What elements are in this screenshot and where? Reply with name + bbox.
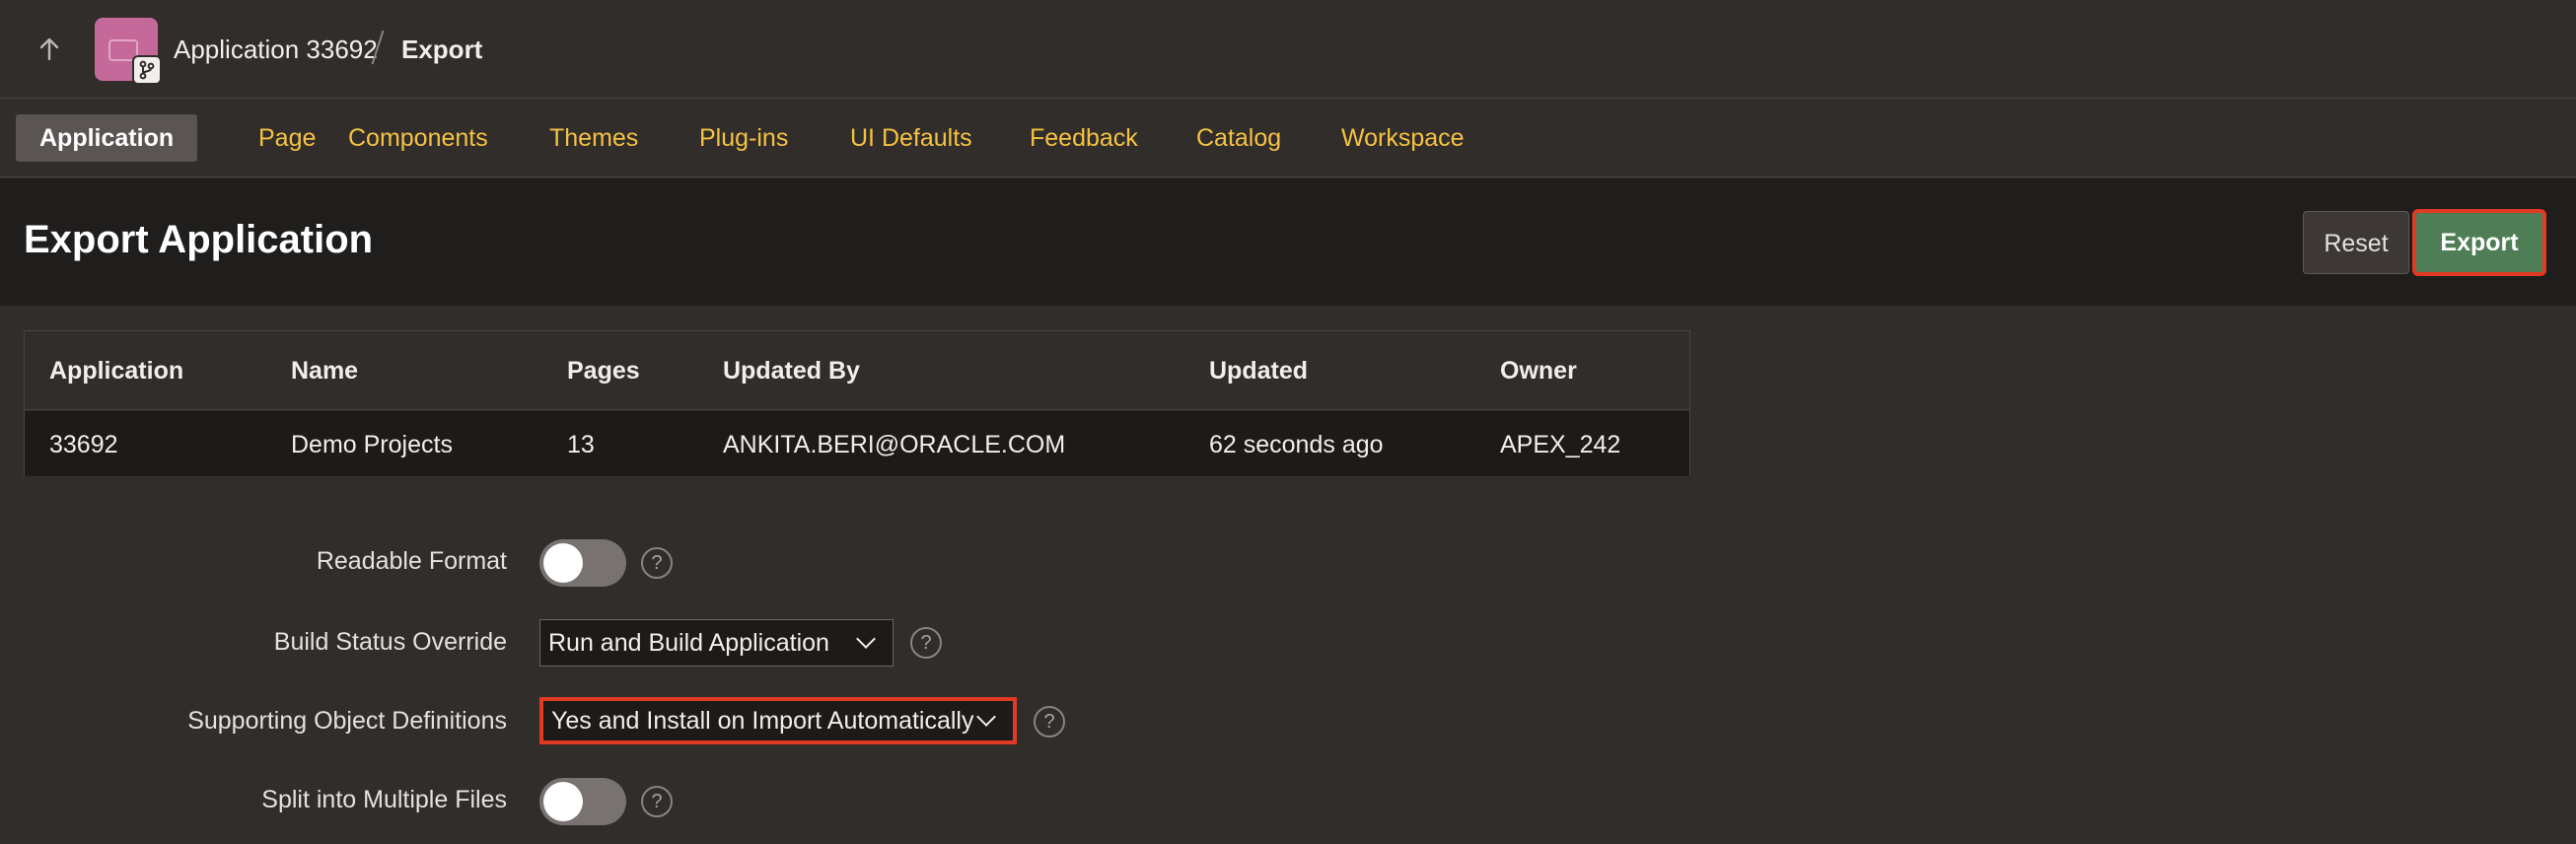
tab-components[interactable]: Components [324,114,512,162]
column-header-pages: Pages [567,357,640,385]
main-tab-bar: Application Page Components Themes Plug-… [0,99,2576,177]
supporting-object-definitions-label: Supporting Object Definitions [187,707,507,735]
page-header: Export Application Reset Export [0,178,2576,306]
supporting-object-definitions-value: Yes and Install on Import Automatically [551,707,974,735]
cell-updated-by: ANKITA.BERI@ORACLE.COM [723,431,1066,458]
cell-application-id: 33692 [49,431,118,458]
git-branch-icon [132,55,162,85]
help-icon[interactable]: ? [910,627,942,659]
supporting-object-definitions-select[interactable]: Yes and Install on Import Automatically [539,697,1017,744]
breadcrumb-current: Export [401,35,483,64]
column-header-application: Application [49,357,184,385]
top-bar: Application 33692 Export [0,0,2576,99]
tab-themes[interactable]: Themes [526,114,662,162]
build-status-override-value: Run and Build Application [548,629,829,657]
help-icon[interactable]: ? [641,786,673,817]
cell-pages: 13 [567,431,595,458]
column-header-owner: Owner [1500,357,1577,385]
help-icon[interactable]: ? [1034,706,1065,738]
split-multiple-files-toggle[interactable] [539,778,626,825]
column-header-updated-by: Updated By [723,357,860,385]
arrow-up-icon[interactable] [30,30,69,69]
help-icon[interactable]: ? [641,547,673,579]
breadcrumb-application[interactable]: Application 33692 [174,34,378,65]
column-header-updated: Updated [1209,357,1308,385]
readable-format-label: Readable Format [316,547,507,575]
page-title: Export Application [24,218,374,261]
export-button[interactable]: Export [2412,209,2546,276]
build-status-override-label: Build Status Override [273,628,507,656]
application-report: Application Name Pages Updated By Update… [24,330,1690,476]
build-status-override-select[interactable]: Run and Build Application [539,619,894,667]
tab-feedback[interactable]: Feedback [1006,114,1162,162]
readable-format-toggle[interactable] [539,539,626,587]
table-row: 33692 Demo Projects 13 ANKITA.BERI@ORACL… [25,411,1689,476]
tab-catalog[interactable]: Catalog [1173,114,1305,162]
arrow-up-svg [39,37,59,61]
column-header-name: Name [291,357,359,385]
tab-plug-ins[interactable]: Plug-ins [676,114,812,162]
cell-owner: APEX_242 [1500,431,1621,458]
chevron-down-icon [856,629,876,649]
chevron-down-icon [976,707,996,727]
toggle-knob [543,782,583,821]
tab-workspace[interactable]: Workspace [1318,114,1488,162]
reset-button[interactable]: Reset [2303,211,2409,274]
toggle-knob [543,543,583,583]
tab-ui-defaults[interactable]: UI Defaults [826,114,996,162]
cell-updated: 62 seconds ago [1209,431,1384,458]
split-multiple-files-label: Split into Multiple Files [261,786,507,813]
cell-name: Demo Projects [291,431,453,458]
report-header-row: Application Name Pages Updated By Update… [25,331,1689,410]
tab-application[interactable]: Application [16,114,198,162]
application-icon[interactable] [95,18,162,85]
